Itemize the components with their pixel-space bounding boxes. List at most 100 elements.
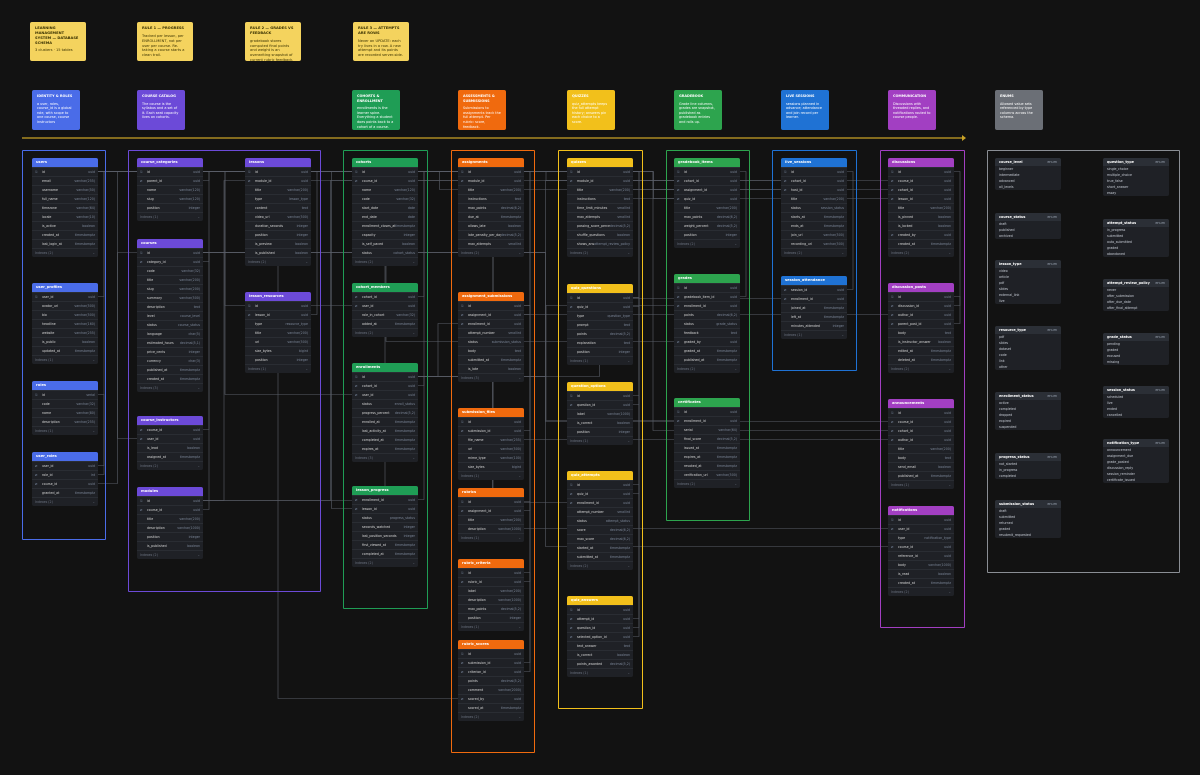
table-field[interactable]: status grade_status [674, 319, 740, 328]
table-field[interactable]: is_read boolean [888, 569, 954, 578]
table-field[interactable]: ⇄ discussion_id uuid [888, 301, 954, 310]
table-field[interactable]: comment varchar(2000) [458, 685, 524, 694]
table-field[interactable]: position integer [137, 532, 203, 541]
table-field[interactable]: ⚿ id serial [32, 390, 98, 399]
table-header[interactable]: user_roles [32, 452, 98, 461]
table-field[interactable]: title varchar(200) [781, 194, 847, 203]
table-field[interactable]: ⚿ id uuid [674, 167, 740, 176]
table-field[interactable]: ⇄ lesson_id uuid [888, 194, 954, 203]
table-notifications[interactable]: notifications ⚿ id uuid ⇄ user_id uuid type noti… [888, 506, 954, 596]
table-field[interactable]: is_pinned boolean [888, 212, 954, 221]
enum-lesson-type[interactable]: lesson_type enum video article pdf slides exte… [995, 260, 1061, 304]
table-field[interactable]: instructions text [567, 194, 633, 203]
table-header[interactable]: lesson_progress [352, 486, 418, 495]
table-header[interactable]: cohorts [352, 158, 418, 167]
table-cohort-members[interactable]: cohort_members ⇄ cohort_id uuid ⇄ user_id uuid… [352, 283, 418, 337]
table-field[interactable]: ⇄ gradebook_item_id uuid [674, 292, 740, 301]
table-field[interactable]: is_instructor_answer boolean [888, 337, 954, 346]
table-field[interactable]: ⚿ id uuid [567, 391, 633, 400]
table-header[interactable]: rubrics [458, 488, 524, 497]
table-enrollments[interactable]: enrollments ⚿ id uuid ⇄ cohort_id uuid ⇄ user_id… [352, 363, 418, 462]
table-field[interactable]: url varchar(500) [245, 337, 311, 346]
table-field[interactable]: ⇄ role_id int [32, 470, 98, 479]
table-field[interactable]: description varchar(1000) [137, 523, 203, 532]
table-field[interactable]: label varchar(200) [458, 586, 524, 595]
table-field[interactable]: content text [245, 203, 311, 212]
table-field[interactable]: language char(5) [137, 329, 203, 338]
table-field[interactable]: revoked_at timestamptz [674, 461, 740, 470]
enum-grade-status[interactable]: grade_status enum pending graded excused miss… [1103, 333, 1169, 365]
table-field[interactable]: enrollment_closes_at timestamptz [352, 221, 418, 230]
table-field[interactable]: ⇄ enrollment_id uuid [674, 301, 740, 310]
table-field[interactable]: slug varchar(120) [137, 194, 203, 203]
table-field[interactable]: max_attempts smallint [458, 239, 524, 248]
table-indexes[interactable]: Indexes (1) ⌄ [458, 471, 524, 480]
table-field[interactable]: ⇄ cohort_id uuid [352, 292, 418, 301]
table-field[interactable]: position integer [567, 347, 633, 356]
table-rubrics[interactable]: rubrics ⚿ id uuid ⇄ assignment_id uuid title var… [458, 488, 524, 542]
table-assignments[interactable]: assignments ⚿ id uuid ⇄ module_id uuid title var… [458, 158, 524, 257]
table-field[interactable]: due_at timestamptz [458, 212, 524, 221]
table-field[interactable]: ⚿ id uuid [888, 515, 954, 524]
table-field[interactable]: ⇄ submission_id uuid [458, 658, 524, 667]
table-rubric-criteria[interactable]: rubric_criteria ⚿ id uuid ⇄ rubric_id uuid labe… [458, 559, 524, 631]
table-field[interactable]: points decimal(6,2) [674, 310, 740, 319]
table-indexes[interactable]: Indexes (1) ⌄ [567, 356, 633, 365]
table-field[interactable]: title varchar(200) [137, 514, 203, 523]
table-field[interactable]: ⇄ question_id uuid [567, 400, 633, 409]
enum-header[interactable]: submission_status enum [995, 500, 1061, 508]
table-courses[interactable]: courses ⚿ id uuid ⇄ category_id uuid code varcha… [137, 239, 203, 392]
table-header[interactable]: course_categories [137, 158, 203, 167]
table-field[interactable]: attempt_number smallint [458, 328, 524, 337]
table-field[interactable]: position integer [458, 613, 524, 622]
table-header[interactable]: enrollments [352, 363, 418, 372]
table-field[interactable]: ⚿ id uuid [137, 248, 203, 257]
table-header[interactable]: gradebook_items [674, 158, 740, 167]
table-field[interactable]: reference_id uuid [888, 551, 954, 560]
table-field[interactable]: max_points decimal(6,2) [458, 203, 524, 212]
table-indexes[interactable]: Indexes (2) ⌄ [352, 328, 418, 337]
table-field[interactable]: ⇄ user_id uuid [888, 524, 954, 533]
table-field[interactable]: shuffle_questions boolean [567, 230, 633, 239]
table-field[interactable]: status enroll_status [352, 399, 418, 408]
enum-header[interactable]: progress_status enum [995, 453, 1061, 461]
table-field[interactable]: text_answer text [567, 641, 633, 650]
table-field[interactable]: ⇄ question_id uuid [567, 623, 633, 632]
table-field[interactable]: title varchar(200) [674, 203, 740, 212]
table-field[interactable]: weight_percent decimal(5,2) [674, 221, 740, 230]
table-field[interactable]: ⚿ id uuid [567, 293, 633, 302]
table-field[interactable]: ⇄ module_id uuid [458, 176, 524, 185]
table-lessons[interactable]: lessons ⚿ id uuid ⇄ module_id uuid title varchar… [245, 158, 311, 266]
table-field[interactable]: ⇄ parent_id uuid [137, 176, 203, 185]
table-field[interactable]: recording_url varchar(500) [781, 239, 847, 248]
table-field[interactable]: starts_at timestamptz [781, 212, 847, 221]
table-question-options[interactable]: question_options ⚿ id uuid ⇄ question_id uuid l… [567, 382, 633, 445]
table-field[interactable]: title varchar(200) [137, 275, 203, 284]
enum-progress-status[interactable]: progress_status enum not_started in_progres… [995, 453, 1061, 479]
table-submission-files[interactable]: submission_files ⚿ id uuid ⇄ submission_id uui… [458, 408, 524, 480]
table-field[interactable]: ⇄ author_id uuid [888, 435, 954, 444]
table-field[interactable]: description varchar(1000) [458, 524, 524, 533]
table-field[interactable]: points decimal(5,2) [458, 676, 524, 685]
table-course-categories[interactable]: course_categories ⚿ id uuid ⇄ parent_id uuid na… [137, 158, 203, 221]
table-field[interactable]: ⚿ id uuid [458, 417, 524, 426]
table-field[interactable]: deleted_at timestamptz [888, 355, 954, 364]
table-indexes[interactable]: Indexes (1) ⌄ [888, 480, 954, 489]
table-field[interactable]: send_email boolean [888, 462, 954, 471]
table-field[interactable]: ⇄ user_id uuid [137, 434, 203, 443]
table-field[interactable]: ⇄ module_id uuid [567, 176, 633, 185]
table-field[interactable]: feedback text [674, 328, 740, 337]
table-field[interactable]: title varchar(200) [245, 185, 311, 194]
table-field[interactable]: points decimal(5,2) [567, 329, 633, 338]
table-field[interactable]: is_published boolean [245, 248, 311, 257]
table-field[interactable]: locale varchar(10) [32, 212, 98, 221]
table-field[interactable]: ⇄ host_id uuid [781, 185, 847, 194]
table-field[interactable]: label varchar(1000) [567, 409, 633, 418]
table-field[interactable]: completed_at timestamptz [352, 435, 418, 444]
table-field[interactable]: max_points decimal(5,2) [458, 604, 524, 613]
table-field[interactable]: title varchar(200) [458, 185, 524, 194]
enum-resource-type[interactable]: resource_type enum pdf slides dataset code lin… [995, 326, 1061, 370]
table-indexes[interactable]: Indexes (2) ⌄ [567, 561, 633, 570]
table-field[interactable]: ⚿ id uuid [888, 408, 954, 417]
table-field[interactable]: ⚿ id uuid [674, 407, 740, 416]
